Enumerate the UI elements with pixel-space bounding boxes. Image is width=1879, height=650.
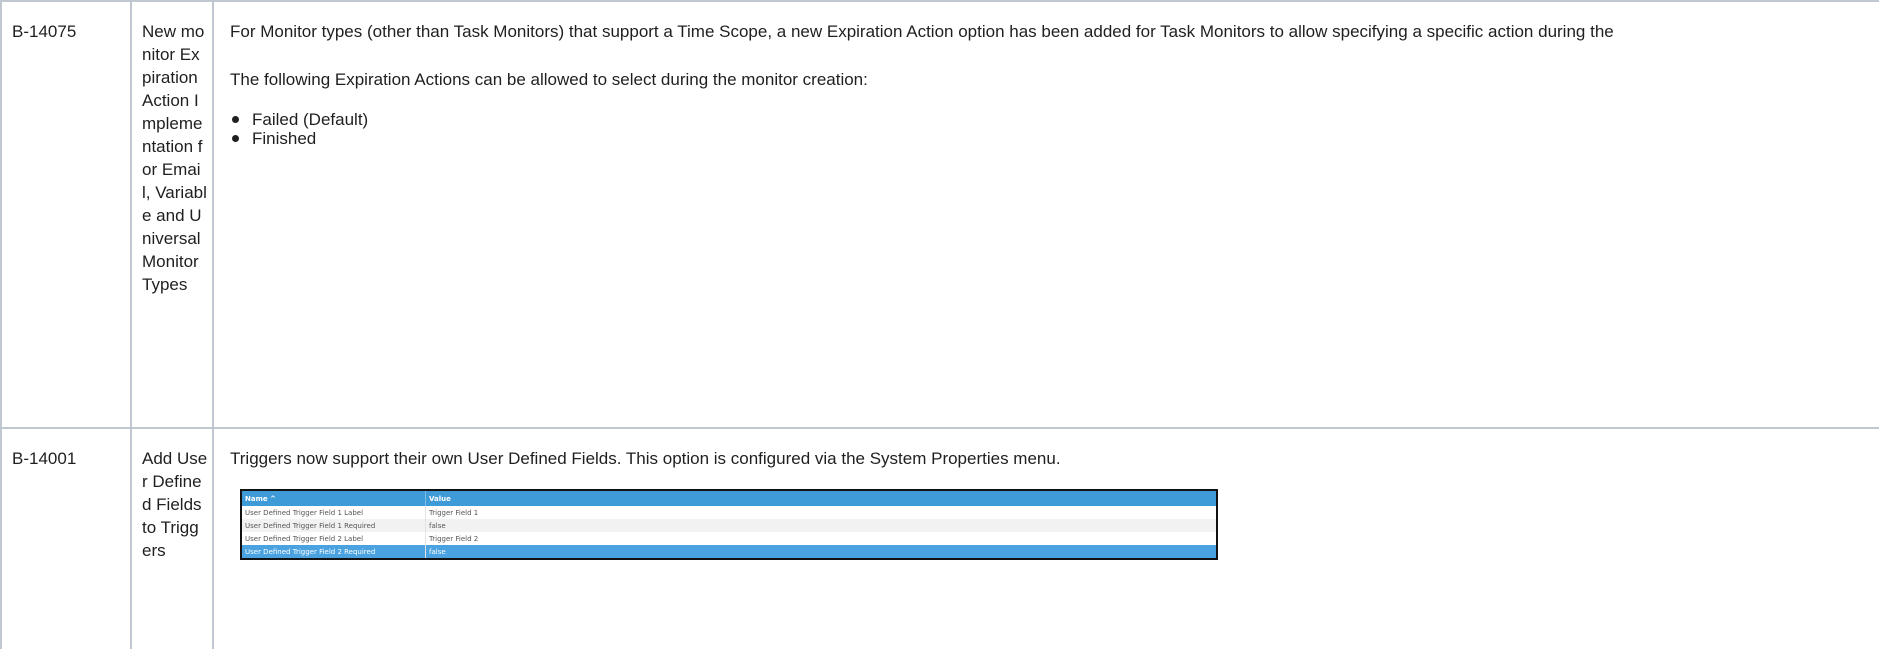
name-column-header: Name ^ [242,491,426,506]
table-row: B-14001 Add User Defined Fields to Trigg… [0,427,1879,649]
issue-summary: Add User Defined Fields to Triggers [142,449,208,560]
description-paragraph: Triggers now support their own User Defi… [230,449,1061,468]
list-item: Finished [232,129,1879,148]
system-properties-screenshot: Name ^ Value User Defined Trigger Field … [240,489,1218,560]
property-name: User Defined Trigger Field 2 Label [242,532,426,545]
description-cell: Triggers now support their own User Defi… [212,427,1879,649]
properties-row: User Defined Trigger Field 1 Label Trigg… [242,506,1216,519]
value-column-header: Value [429,494,451,503]
issue-key: B-14001 [12,449,77,468]
property-value: false [429,547,446,556]
release-notes-table: B-14075 New monitor Expiration Action Im… [0,0,1879,649]
properties-header: Name ^ Value [242,491,1216,506]
description-cell: For Monitor types (other than Task Monit… [212,0,1879,429]
description-paragraph: For Monitor types (other than Task Monit… [230,22,1614,41]
issue-summary: New monitor Expiration Action Implementa… [142,22,207,294]
property-value: Trigger Field 2 [429,534,479,543]
properties-row-selected: User Defined Trigger Field 2 Required fa… [242,545,1216,558]
summary-cell: New monitor Expiration Action Implementa… [130,0,214,429]
table-row: B-14075 New monitor Expiration Action Im… [0,0,1879,429]
description-paragraph: The following Expiration Actions can be … [230,70,868,89]
properties-row: User Defined Trigger Field 2 Label Trigg… [242,532,1216,545]
property-name: User Defined Trigger Field 1 Required [242,519,426,532]
expiration-actions-list: Failed (Default) Finished [230,110,1879,148]
properties-row: User Defined Trigger Field 1 Required fa… [242,519,1216,532]
issue-key-cell: B-14001 [0,427,132,649]
property-name: User Defined Trigger Field 1 Label [242,506,426,519]
summary-cell: Add User Defined Fields to Triggers [130,427,214,649]
property-value: false [429,521,446,530]
issue-key: B-14075 [12,22,77,41]
property-value: Trigger Field 1 [429,508,479,517]
issue-key-cell: B-14075 [0,0,132,429]
property-name: User Defined Trigger Field 2 Required [242,545,426,558]
list-item: Failed (Default) [232,110,1879,129]
